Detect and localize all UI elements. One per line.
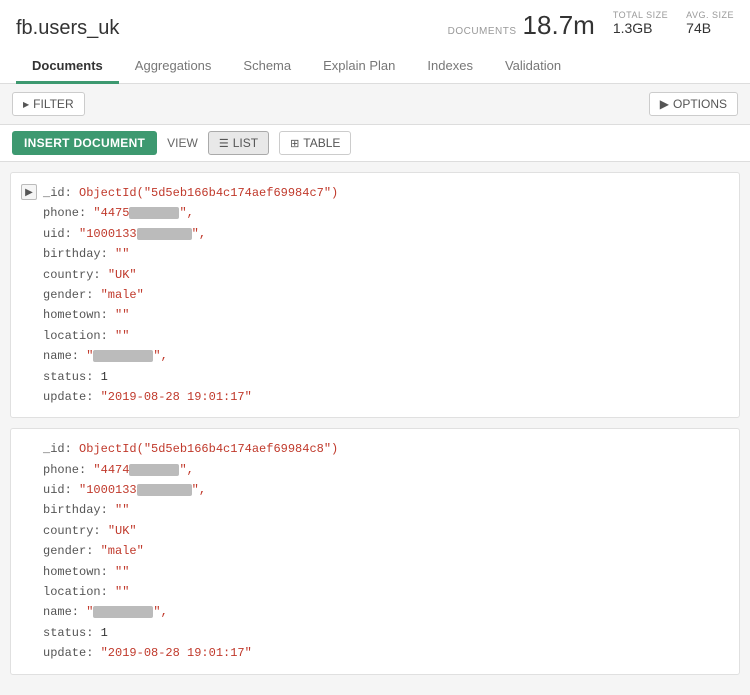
table-row: _id: ObjectId("5d5eb166b4c174aef69984c8"… — [10, 428, 740, 674]
field-location-1: location: "" — [43, 326, 338, 346]
content-area: ▶ _id: ObjectId("5d5eb166b4c174aef69984c… — [0, 162, 750, 695]
redacted-phone-1 — [129, 207, 179, 219]
redacted-name-2 — [93, 606, 153, 618]
total-size-stat: TOTAL SIZE 1.3GB — [613, 10, 668, 41]
redacted-uid-1 — [137, 228, 192, 240]
redacted-phone-2 — [129, 464, 179, 476]
documents-label: DOCUMENTS — [448, 26, 517, 37]
total-size-value: 1.3GB — [613, 20, 668, 36]
tab-schema[interactable]: Schema — [227, 50, 307, 84]
field-id-1: _id: ObjectId("5d5eb166b4c174aef69984c7"… — [43, 183, 338, 203]
avg-size-stat: AVG. SIZE 74B — [686, 10, 734, 41]
filter-label: FILTER — [33, 97, 73, 111]
table-view-button[interactable]: ⊞ TABLE — [279, 131, 351, 155]
field-country-1: country: "UK" — [43, 265, 338, 285]
header-top: fb.users_uk DOCUMENTS 18.7m TOTAL SIZE 1… — [16, 10, 734, 41]
documents-value: 18.7m — [523, 10, 595, 41]
field-location-2: location: "" — [43, 582, 338, 602]
total-size-label: TOTAL SIZE — [613, 10, 668, 20]
field-uid-1: uid: "1000133", — [43, 224, 338, 244]
tab-documents[interactable]: Documents — [16, 50, 119, 84]
options-label: OPTIONS — [673, 97, 727, 111]
redacted-uid-2 — [137, 484, 192, 496]
field-uid-2: uid: "1000133", — [43, 480, 338, 500]
doc-2-fields: _id: ObjectId("5d5eb166b4c174aef69984c8"… — [21, 439, 338, 663]
table-row: ▶ _id: ObjectId("5d5eb166b4c174aef69984c… — [10, 172, 740, 418]
tab-explain-plan[interactable]: Explain Plan — [307, 50, 411, 84]
documents-stat: DOCUMENTS 18.7m — [448, 10, 595, 41]
field-gender-2: gender: "male" — [43, 541, 338, 561]
field-status-2: status: 1 — [43, 623, 338, 643]
filter-triangle-icon: ▶ — [23, 100, 29, 109]
field-id-2: _id: ObjectId("5d5eb166b4c174aef69984c8"… — [43, 439, 338, 459]
header: fb.users_uk DOCUMENTS 18.7m TOTAL SIZE 1… — [0, 0, 750, 84]
app-container: fb.users_uk DOCUMENTS 18.7m TOTAL SIZE 1… — [0, 0, 750, 695]
tab-aggregations[interactable]: Aggregations — [119, 50, 228, 84]
tab-validation[interactable]: Validation — [489, 50, 577, 84]
doc-1-fields: _id: ObjectId("5d5eb166b4c174aef69984c7"… — [43, 183, 338, 407]
field-name-1: name: "", — [43, 346, 338, 366]
options-button[interactable]: ▶ OPTIONS — [649, 92, 738, 116]
field-phone-1: phone: "4475", — [43, 203, 338, 223]
avg-size-label: AVG. SIZE — [686, 10, 734, 20]
field-name-2: name: "", — [43, 602, 338, 622]
tab-indexes[interactable]: Indexes — [411, 50, 489, 84]
filter-button[interactable]: ▶ FILTER — [12, 92, 85, 116]
field-status-1: status: 1 — [43, 367, 338, 387]
filter-toolbar: ▶ FILTER ▶ OPTIONS — [0, 84, 750, 125]
field-update-1: update: "2019-08-28 19:01:17" — [43, 387, 338, 407]
list-label: LIST — [233, 136, 258, 150]
stats-area: DOCUMENTS 18.7m TOTAL SIZE 1.3GB AVG. SI… — [448, 10, 734, 41]
doc-1-header: ▶ _id: ObjectId("5d5eb166b4c174aef69984c… — [21, 183, 725, 407]
avg-size-value: 74B — [686, 20, 734, 36]
field-update-2: update: "2019-08-28 19:01:17" — [43, 643, 338, 663]
expand-button-doc1[interactable]: ▶ — [21, 184, 37, 200]
field-country-2: country: "UK" — [43, 521, 338, 541]
collection-title: fb.users_uk — [16, 17, 119, 40]
list-icon: ☰ — [219, 137, 229, 150]
redacted-name-1 — [93, 350, 153, 362]
doc-2-header: _id: ObjectId("5d5eb166b4c174aef69984c8"… — [21, 439, 725, 663]
table-icon: ⊞ — [290, 137, 299, 150]
field-birthday-1: birthday: "" — [43, 244, 338, 264]
field-phone-2: phone: "4474", — [43, 460, 338, 480]
list-view-button[interactable]: ☰ LIST — [208, 131, 269, 155]
tab-bar: Documents Aggregations Schema Explain Pl… — [16, 49, 734, 83]
field-birthday-2: birthday: "" — [43, 500, 338, 520]
insert-document-button[interactable]: INSERT DOCUMENT — [12, 131, 157, 155]
field-gender-1: gender: "male" — [43, 285, 338, 305]
field-hometown-1: hometown: "" — [43, 305, 338, 325]
action-bar: INSERT DOCUMENT VIEW ☰ LIST ⊞ TABLE — [0, 125, 750, 162]
view-label: VIEW — [167, 136, 198, 150]
field-hometown-2: hometown: "" — [43, 562, 338, 582]
options-triangle-icon: ▶ — [660, 97, 669, 111]
table-label: TABLE — [303, 136, 340, 150]
